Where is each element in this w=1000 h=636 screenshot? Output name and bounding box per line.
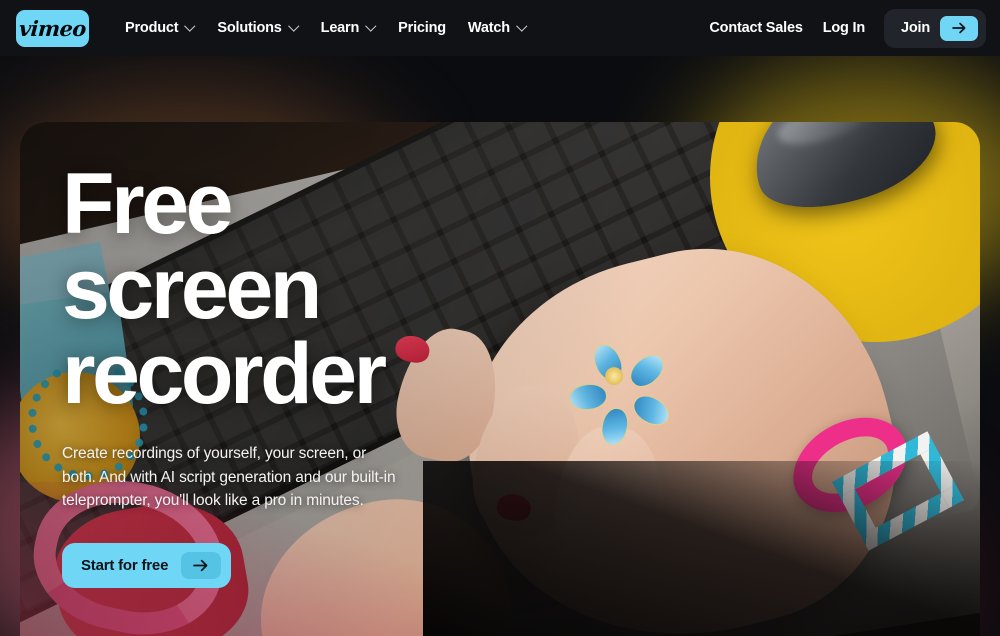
nav-item-learn[interactable]: Learn [310, 14, 388, 42]
chevron-down-icon [186, 22, 195, 31]
nav-item-solutions[interactable]: Solutions [206, 14, 309, 42]
chevron-down-icon [518, 22, 527, 31]
contact-sales-link[interactable]: Contact Sales [699, 13, 812, 43]
log-in-link[interactable]: Log In [813, 13, 875, 43]
nav-item-watch[interactable]: Watch [457, 14, 538, 42]
nav-item-watch-label: Watch [467, 20, 510, 36]
chevron-down-icon [367, 22, 376, 31]
hero-headline-line-3: recorder [62, 326, 387, 423]
nav-item-product[interactable]: Product [114, 14, 206, 42]
start-for-free-button[interactable]: Start for free [62, 543, 232, 589]
nav-item-learn-label: Learn [320, 20, 360, 36]
start-for-free-label: Start for free [81, 557, 169, 575]
hero-card: Confident [20, 122, 980, 636]
top-navigation-bar: vimeo Product Solutions Learn Pricing Wa… [0, 0, 1000, 56]
chevron-down-icon [290, 22, 299, 31]
hero-headline-line-1: Free [62, 156, 233, 252]
hero-headline: Free screen recorder [62, 161, 492, 417]
nav-item-product-label: Product [125, 20, 179, 36]
hero-subheadline: Create recordings of yourself, your scre… [62, 445, 396, 510]
join-button-label: Join [900, 20, 930, 36]
primary-nav-links: Product Solutions Learn Pricing Watch [114, 14, 538, 42]
hero-headline-line-2: screen [62, 241, 322, 338]
vimeo-logo[interactable]: vimeo [16, 9, 89, 47]
join-button[interactable]: Join [883, 8, 986, 48]
nav-item-pricing[interactable]: Pricing [387, 14, 457, 42]
vimeo-logo-text: vimeo [18, 15, 87, 41]
hero-copy: Free screen recorder Create recordings o… [62, 161, 492, 589]
arrow-right-icon [181, 552, 222, 580]
page-root: Confident [0, 0, 1000, 636]
secondary-nav-actions: Contact Sales Log In Join [699, 8, 986, 48]
nav-item-pricing-label: Pricing [398, 20, 446, 36]
arrow-right-icon [940, 15, 978, 41]
nav-item-solutions-label: Solutions [217, 20, 282, 36]
